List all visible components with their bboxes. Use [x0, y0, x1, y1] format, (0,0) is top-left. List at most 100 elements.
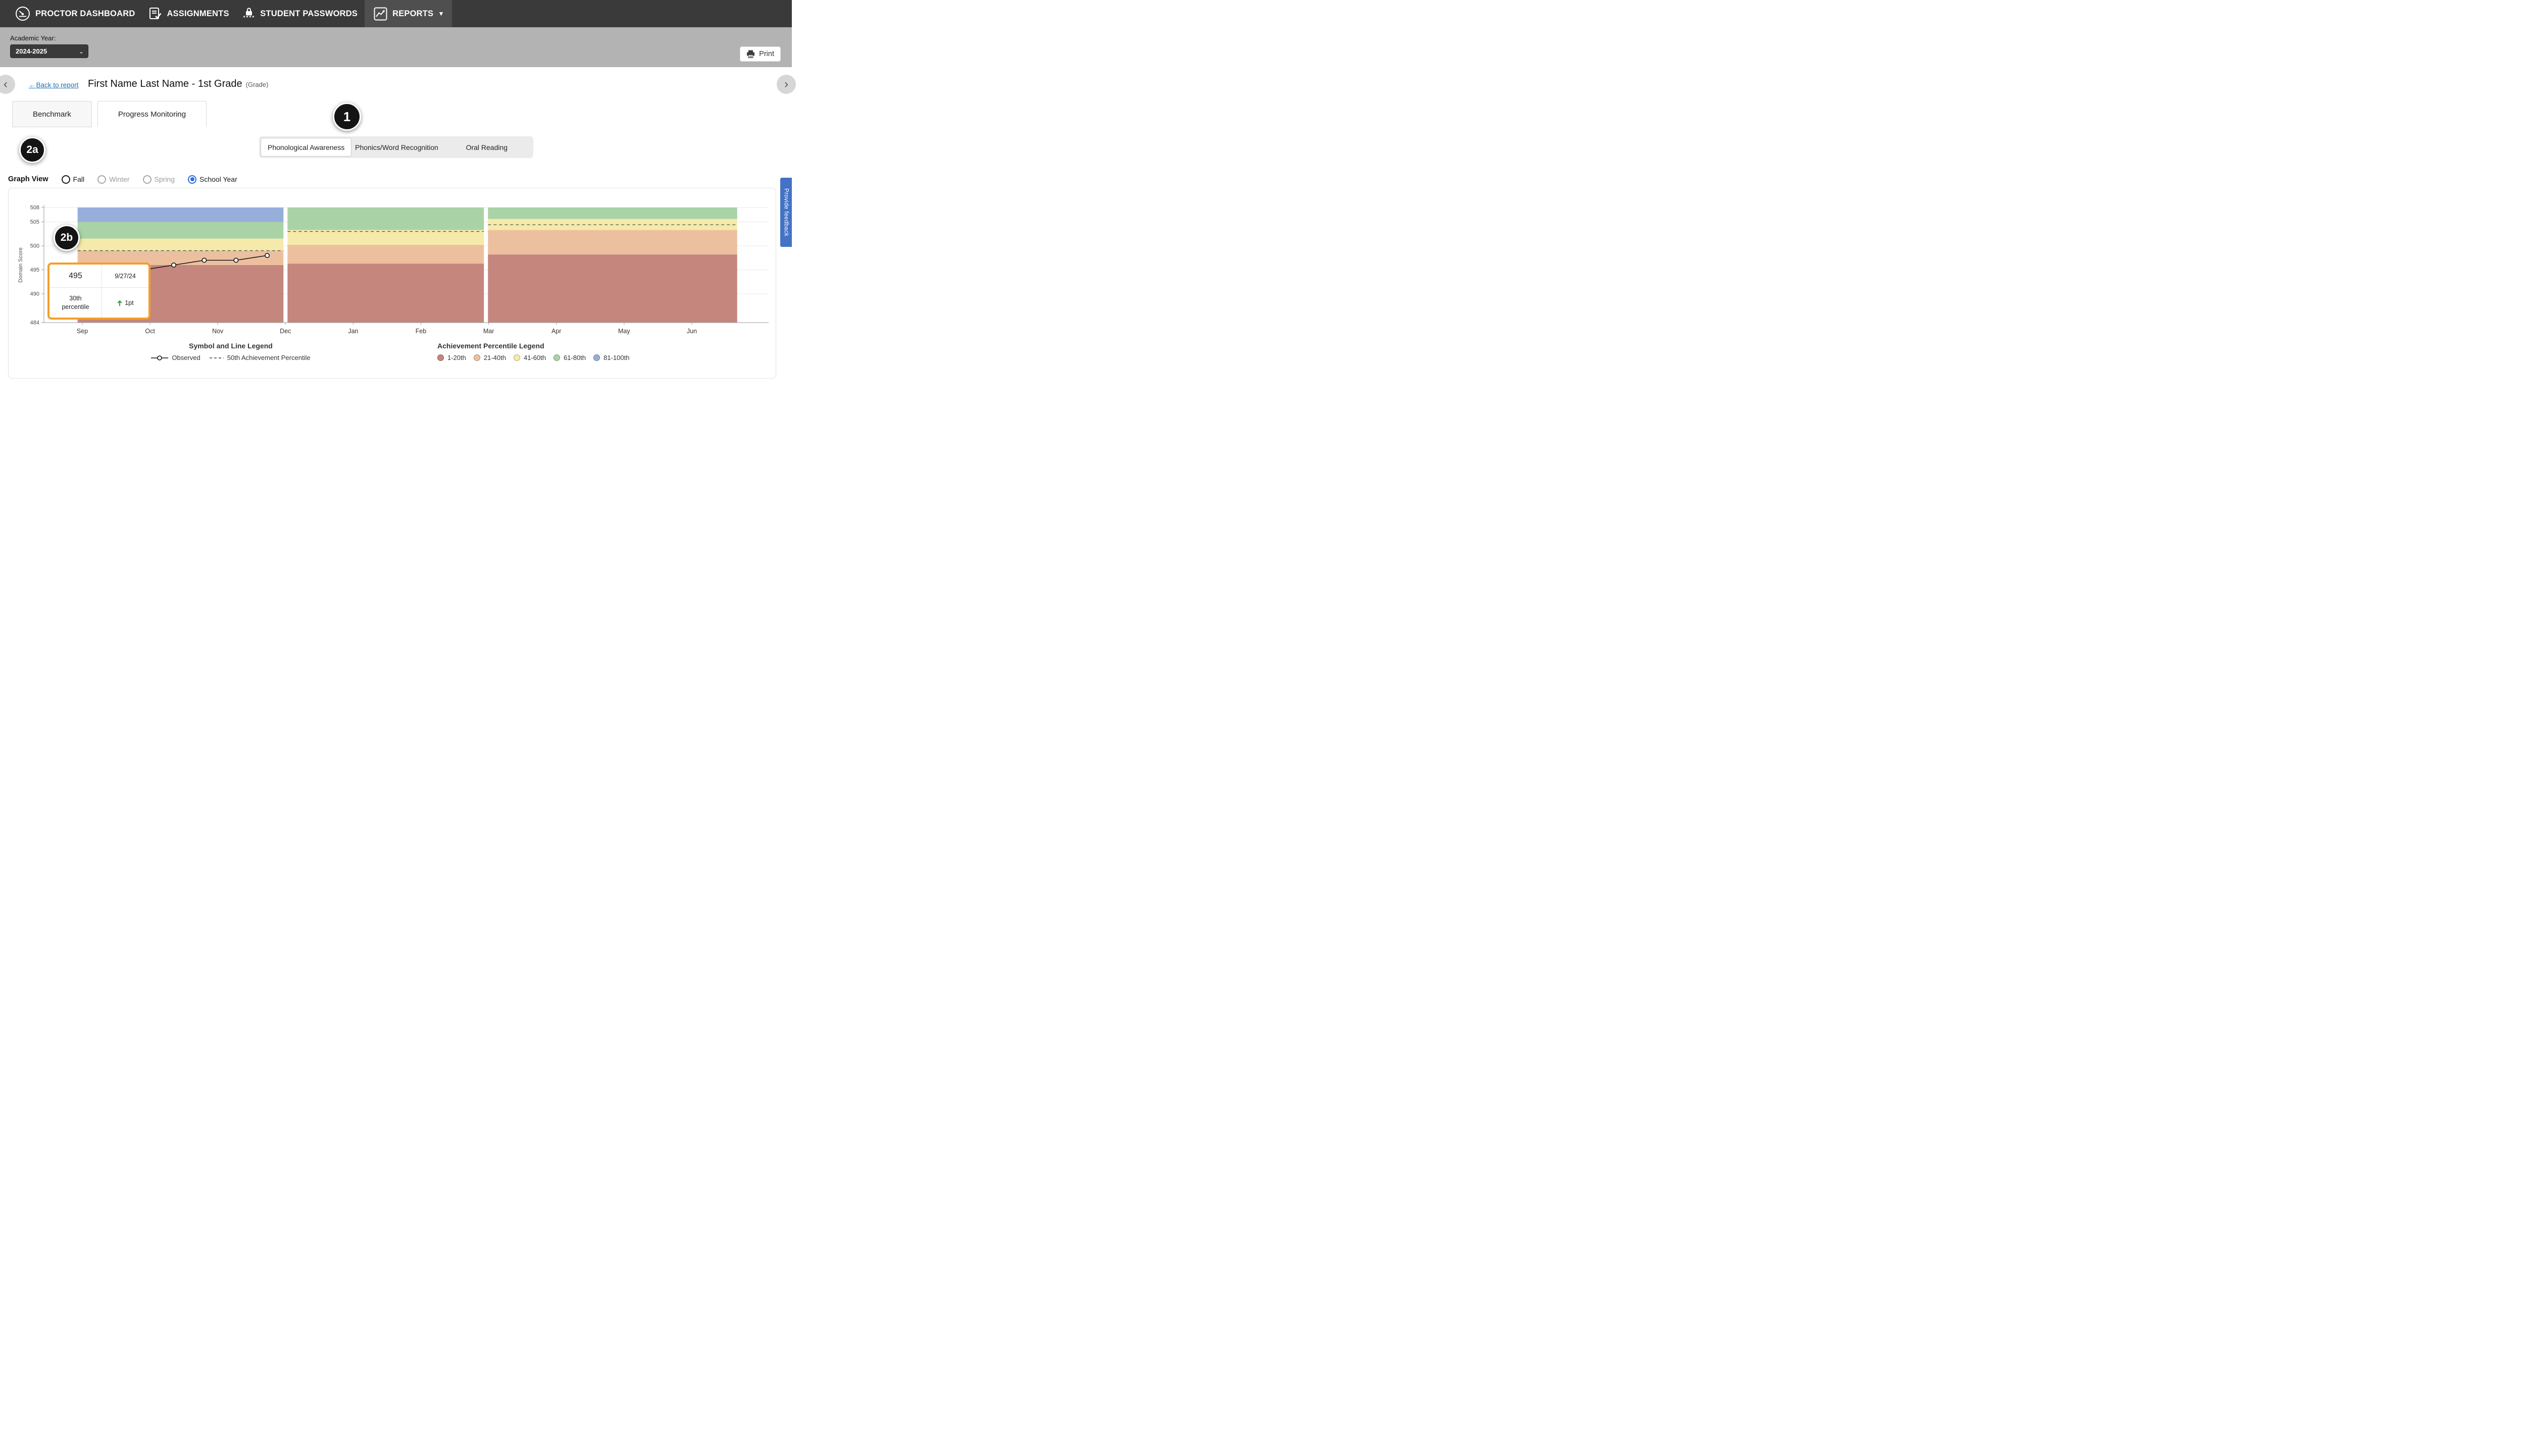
nav-label-proctor-dashboard: PROCTOR DASHBOARD	[35, 9, 135, 19]
previous-student-button[interactable]: ‹	[0, 75, 15, 94]
subtab-oral-reading-label: Oral Reading	[466, 143, 508, 151]
report-tabs: Benchmark Progress Monitoring	[0, 98, 792, 127]
legend-item-1-20th: 1-20th	[437, 354, 466, 361]
chart-panel: 508505500495490484SepOctNovDecJanFebMarA…	[8, 188, 776, 379]
lock-icon: ****	[243, 7, 256, 20]
printer-icon	[746, 50, 755, 58]
svg-text:Sep: Sep	[77, 328, 88, 335]
svg-text:Domain Score: Domain Score	[18, 247, 24, 283]
radio-school-year[interactable]: School Year	[188, 175, 237, 184]
tab-progress-monitoring-label: Progress Monitoring	[118, 110, 186, 119]
tooltip-date: 9/27/24	[102, 265, 148, 288]
achievement-percentile-legend: Achievement Percentile Legend 1-20th 21-…	[437, 342, 629, 361]
tab-benchmark[interactable]: Benchmark	[12, 101, 92, 127]
svg-text:490: 490	[30, 291, 39, 297]
top-nav: PROCTOR DASHBOARD ASSIGNMENTS **** STUDE…	[0, 0, 792, 27]
chart-icon	[374, 7, 387, 21]
nav-item-student-passwords[interactable]: **** STUDENT PASSWORDS	[236, 0, 365, 27]
legend-item-observed: Observed	[151, 354, 200, 361]
radio-label-fall: Fall	[73, 175, 85, 183]
tooltip-change-value: 1pt	[125, 299, 133, 306]
svg-text:Mar: Mar	[483, 328, 494, 335]
tab-progress-monitoring[interactable]: Progress Monitoring	[97, 101, 207, 127]
observed-line-icon	[151, 355, 168, 361]
subtab-phonological-awareness[interactable]: Phonological Awareness	[261, 138, 351, 157]
radio-circle-fall	[62, 175, 70, 184]
print-label: Print	[759, 50, 774, 58]
grade-suffix: (Grade)	[246, 81, 269, 88]
symbol-legend-title: Symbol and Line Legend	[150, 342, 312, 350]
svg-text:Feb: Feb	[416, 328, 427, 335]
back-to-report-link[interactable]: ← Back to report	[29, 81, 79, 89]
subtab-phonics-word-recognition-label: Phonics/Word Recognition	[355, 143, 438, 151]
subtab-phonics-word-recognition[interactable]: Phonics/Word Recognition	[351, 138, 441, 157]
radio-label-school-year: School Year	[199, 175, 237, 183]
tab-benchmark-label: Benchmark	[33, 110, 71, 119]
svg-text:495: 495	[30, 267, 39, 273]
percentile-label-1-20th: 1-20th	[447, 354, 466, 361]
nav-label-student-passwords: STUDENT PASSWORDS	[260, 9, 358, 19]
percentile-label-81-100th: 81-100th	[603, 354, 629, 361]
svg-text:May: May	[618, 328, 630, 335]
select-caret-icon: ⌄	[79, 48, 84, 55]
annotation-badge-2b: 2b	[54, 225, 80, 251]
percentile-swatch-41-60th	[514, 354, 520, 361]
provide-feedback-tab[interactable]: Provide feedback	[780, 178, 792, 247]
academic-year-value: 2024-2025	[16, 47, 47, 55]
radio-winter: Winter	[97, 175, 129, 184]
percentile-swatch-81-100th	[593, 354, 600, 361]
dashed-line-icon	[210, 355, 224, 361]
radio-spring: Spring	[143, 175, 175, 184]
svg-text:500: 500	[30, 243, 39, 249]
toolbar: Academic Year: 2024-2025 ⌄ Print	[0, 27, 792, 67]
domain-subtabs: Phonological Awareness Phonics/Word Reco…	[259, 136, 533, 158]
chevron-left-icon: ‹	[4, 77, 8, 91]
nav-item-proctor-dashboard[interactable]: PROCTOR DASHBOARD	[8, 0, 142, 27]
assignments-icon	[149, 7, 162, 20]
nav-item-assignments[interactable]: ASSIGNMENTS	[142, 0, 236, 27]
graph-view-label: Graph View	[8, 175, 48, 183]
page-title: First Name Last Name - 1st Grade	[88, 78, 242, 90]
masked-password-text: ****	[243, 16, 256, 20]
chevron-right-icon: ›	[784, 77, 788, 91]
legend-item-61-80th: 61-80th	[553, 354, 586, 361]
svg-text:505: 505	[30, 219, 39, 225]
domain-subtab-row: Phonological Awareness Phonics/Word Reco…	[0, 127, 792, 161]
legend-item-50th-percentile: 50th Achievement Percentile	[210, 354, 311, 361]
graph-view-row: Graph View Fall Winter Spring School Yea…	[0, 174, 792, 185]
tooltip-percentile: 30th percentile	[49, 288, 102, 318]
print-button[interactable]: Print	[740, 46, 781, 62]
percentile-swatch-61-80th	[553, 354, 560, 361]
svg-text:Jan: Jan	[348, 328, 358, 335]
academic-year-label: Academic Year:	[10, 34, 782, 42]
legend-item-41-60th: 41-60th	[514, 354, 546, 361]
next-student-button[interactable]: ›	[777, 75, 796, 94]
observed-label: Observed	[172, 354, 200, 361]
svg-text:508: 508	[30, 205, 39, 211]
subtab-oral-reading[interactable]: Oral Reading	[442, 138, 532, 157]
radio-label-spring: Spring	[155, 175, 175, 183]
up-arrow-icon	[117, 299, 123, 306]
nav-item-reports[interactable]: REPORTS ▾	[365, 0, 452, 27]
subtab-phonological-awareness-label: Phonological Awareness	[268, 143, 344, 151]
radio-fall[interactable]: Fall	[62, 175, 85, 184]
back-arrow-icon: ←	[29, 81, 36, 89]
percentile-swatch-21-40th	[474, 354, 480, 361]
caret-down-icon: ▾	[439, 10, 443, 18]
legend-item-81-100th: 81-100th	[593, 354, 629, 361]
legend-item-21-40th: 21-40th	[474, 354, 506, 361]
nav-label-reports: REPORTS	[392, 9, 433, 19]
percentile-label-61-80th: 61-80th	[564, 354, 586, 361]
student-title-wrap: First Name Last Name - 1st Grade (Grade)	[88, 78, 268, 90]
data-point-tooltip: 495 9/27/24 30th percentile 1pt	[47, 263, 150, 320]
nav-label-assignments: ASSIGNMENTS	[167, 9, 229, 19]
back-link-label: Back to report	[36, 81, 79, 89]
academic-year-select[interactable]: 2024-2025 ⌄	[10, 44, 88, 58]
radio-circle-school-year	[188, 175, 196, 184]
achievement-legend-title: Achievement Percentile Legend	[437, 342, 629, 350]
radio-circle-spring	[143, 175, 152, 184]
tooltip-change: 1pt	[102, 288, 148, 318]
annotation-badge-2a: 2a	[19, 137, 45, 163]
svg-text:Apr: Apr	[551, 328, 561, 335]
percentile-label-21-40th: 21-40th	[484, 354, 506, 361]
